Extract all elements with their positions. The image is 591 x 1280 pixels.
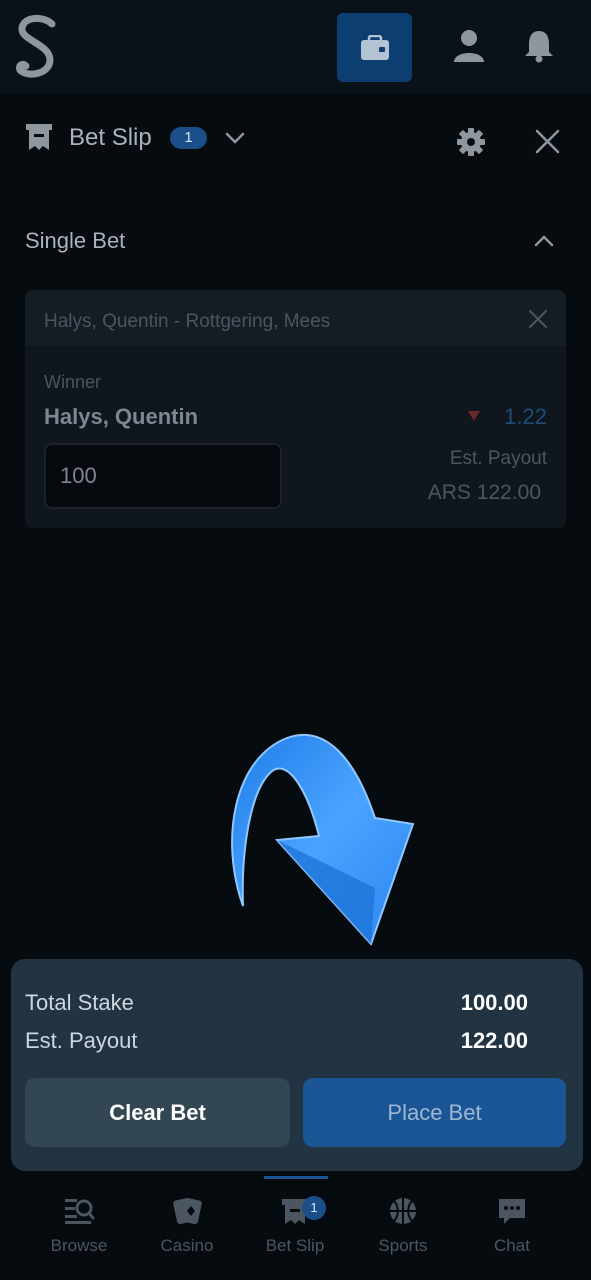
betslip-settings-button[interactable] [456,127,486,157]
nav-chat-label: Chat [494,1236,530,1255]
nav-betslip-label: Bet Slip [265,1236,325,1255]
betslip-count-badge: 1 [170,127,207,149]
chat-icon [499,1199,525,1224]
chevron-up-icon [534,235,554,247]
nav-betslip-badge: 1 [302,1196,326,1220]
est-payout-value: ARS 122.00 [427,481,541,504]
curved-arrow-icon [225,728,420,950]
nav-sports-label: Sports [378,1236,428,1255]
wallet-button[interactable] [337,13,412,82]
total-stake-value: 100.00 [460,990,528,1015]
bet-summary-panel: Total Stake 100.00 Est. Payout 122.00 Cl… [11,959,583,1171]
betslip-close-button[interactable] [535,129,560,154]
nav-chat[interactable]: Chat [462,1196,562,1272]
gear-icon [457,128,485,156]
nav-browse-label: Browse [50,1236,108,1255]
single-bet-title: Single Bet [25,228,126,253]
betslip-title: Bet Slip [69,124,152,151]
chevron-down-icon [225,132,245,144]
betslip-header: Bet Slip 1 [0,94,591,190]
bottom-navigation: Browse Casino 1 Bet Slip Sports Chat [0,1176,591,1280]
place-bet-button[interactable]: Place Bet [303,1078,566,1147]
nav-casino-label: Casino [160,1236,214,1255]
odds-down-arrow-icon [468,411,480,421]
bell-icon [525,31,553,63]
betslip-ticket-icon [25,122,53,152]
close-icon [535,129,560,154]
nav-active-indicator [264,1176,328,1179]
remove-bet-button[interactable] [528,309,548,329]
single-bet-collapse-toggle[interactable] [533,230,555,252]
est-payout-label: Est. Payout [449,448,547,469]
profile-button[interactable] [452,28,486,64]
summary-est-payout-value: 122.00 [460,1028,528,1053]
nav-betslip[interactable]: 1 Bet Slip [245,1196,345,1272]
nav-casino[interactable]: Casino [137,1196,237,1272]
odds-value: 1.22 [504,404,547,429]
basketball-icon [390,1198,416,1224]
stake-input[interactable] [44,443,282,509]
cards-icon [173,1197,202,1225]
selection-name: Halys, Quentin [44,404,199,429]
total-stake-label: Total Stake [25,990,134,1015]
wallet-icon [360,34,389,60]
user-icon [454,30,484,62]
browse-search-icon [65,1199,95,1224]
bet-card: Halys, Quentin - Rottgering, Mees Winner… [25,290,566,528]
event-name: Halys, Quentin - Rottgering, Mees [44,311,331,332]
clear-bet-button[interactable]: Clear Bet [25,1078,290,1147]
summary-est-payout-label: Est. Payout [25,1028,138,1053]
notifications-button[interactable] [522,28,556,64]
nav-sports[interactable]: Sports [353,1196,453,1272]
logo-s-icon [16,15,56,78]
bet-card-header: Halys, Quentin - Rottgering, Mees [25,290,566,346]
nav-browse[interactable]: Browse [29,1196,129,1272]
close-icon [529,310,547,328]
top-header [0,0,591,94]
market-label: Winner [44,372,102,392]
betslip-dropdown-toggle[interactable] [224,127,246,149]
brand-logo[interactable] [14,14,60,82]
